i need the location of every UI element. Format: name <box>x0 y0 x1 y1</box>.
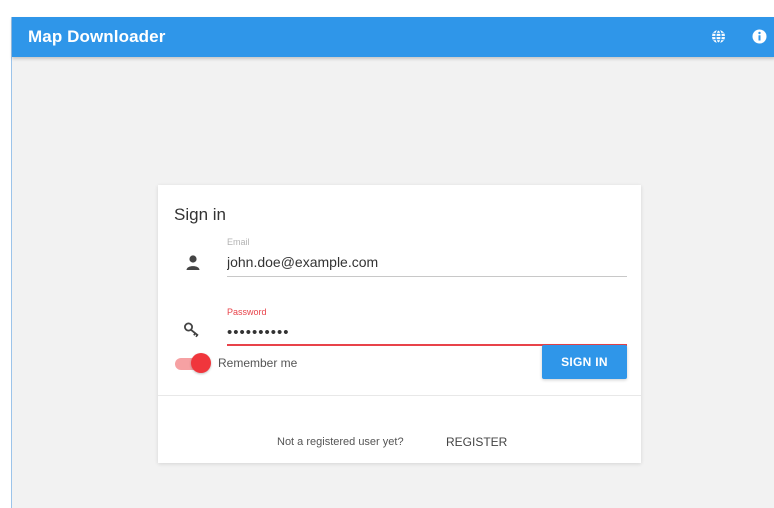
password-field[interactable] <box>227 321 625 343</box>
info-icon[interactable] <box>751 28 768 45</box>
app-window: Map Downloader Sign in Email john.doe@ex… <box>11 17 774 508</box>
app-bar: Map Downloader <box>12 17 774 57</box>
email-underline <box>227 276 627 277</box>
email-label: Email <box>227 237 250 247</box>
sign-in-button[interactable]: SIGN IN <box>542 345 627 379</box>
email-field[interactable] <box>227 252 625 272</box>
divider <box>158 395 641 396</box>
key-icon <box>183 321 201 339</box>
app-title: Map Downloader <box>28 27 166 46</box>
sign-in-title: Sign in <box>174 205 226 224</box>
person-icon <box>184 254 202 272</box>
register-button[interactable]: REGISTER <box>446 435 507 449</box>
sign-in-card: Sign in Email Password Remember me <box>158 185 641 463</box>
password-label: Password <box>227 307 267 317</box>
globe-icon[interactable] <box>710 28 727 45</box>
remember-toggle-thumb[interactable] <box>191 353 211 373</box>
remember-me-label: Remember me <box>218 356 298 370</box>
register-prompt: Not a registered user yet? <box>277 436 404 448</box>
